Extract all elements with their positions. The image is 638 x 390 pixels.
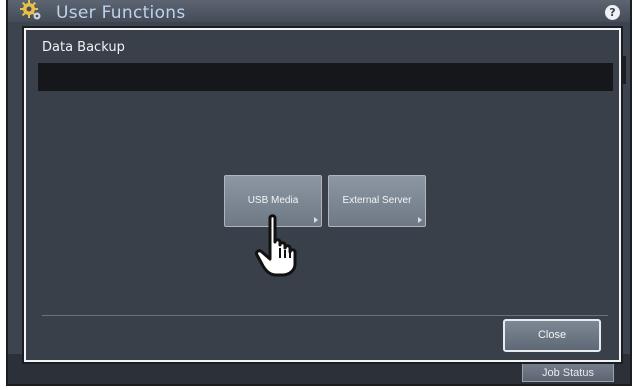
help-icon[interactable]: ?	[605, 5, 620, 20]
data-backup-dialog: Data Backup USB Media External Server Cl…	[24, 28, 621, 362]
dialog-title: Data Backup	[42, 40, 125, 55]
message-bar	[38, 63, 613, 91]
external-server-button[interactable]: External Server	[328, 175, 426, 227]
job-status-button[interactable]: Job Status	[522, 360, 614, 382]
title-bar: User Functions ?	[8, 0, 630, 22]
usb-media-label: USB Media	[247, 195, 299, 206]
close-button[interactable]: Close	[503, 319, 601, 352]
hand-pointer-icon	[255, 214, 297, 277]
footer-divider	[42, 315, 608, 316]
arrow-right-icon	[418, 217, 422, 223]
gear-icon	[20, 0, 41, 20]
app-title: User Functions	[56, 3, 186, 23]
external-server-label: External Server	[342, 195, 412, 206]
arrow-right-icon	[314, 217, 318, 223]
